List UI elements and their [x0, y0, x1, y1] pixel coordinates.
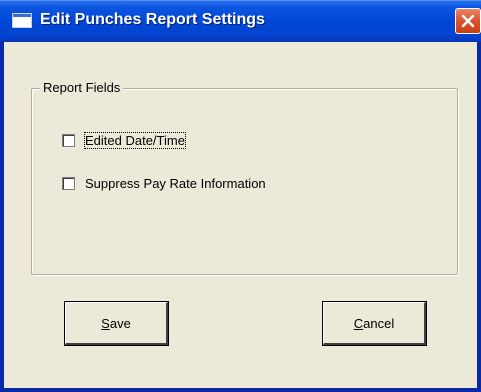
cancel-button[interactable]: Cancel — [323, 302, 426, 345]
window-title: Edit Punches Report Settings — [40, 11, 265, 28]
title-bar[interactable]: Edit Punches Report Settings — [0, 0, 481, 42]
save-button[interactable]: Save — [65, 302, 168, 345]
close-icon — [461, 14, 475, 28]
window-icon — [12, 13, 32, 28]
cancel-label-rest: ancel — [363, 315, 395, 331]
save-label-rest: ave — [109, 315, 131, 331]
save-mnemonic: S — [101, 315, 110, 331]
report-fields-legend: Report Fields — [40, 80, 124, 95]
edited-datetime-checkbox[interactable] — [62, 133, 75, 147]
cancel-mnemonic: C — [353, 315, 364, 331]
edited-datetime-option[interactable]: Edited Date/Time — [62, 131, 186, 149]
suppress-pay-rate-label: Suppress Pay Rate Information — [85, 175, 266, 191]
suppress-pay-rate-checkbox[interactable] — [62, 176, 75, 190]
edited-datetime-label: Edited Date/Time — [84, 131, 186, 149]
suppress-pay-rate-option[interactable]: Suppress Pay Rate Information — [62, 175, 266, 191]
close-button[interactable] — [455, 8, 481, 34]
